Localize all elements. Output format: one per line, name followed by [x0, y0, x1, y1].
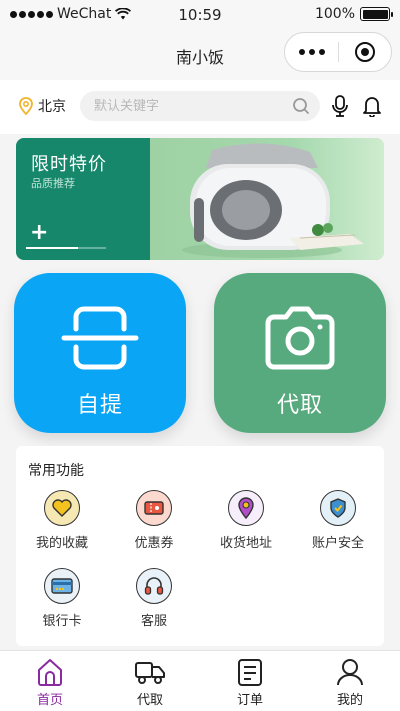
battery-status: 100%: [314, 6, 393, 22]
banner-subtitle: 品质推荐: [31, 177, 75, 190]
delivery-truck-icon: [135, 662, 165, 684]
banner-title: 限时特价: [31, 154, 107, 175]
bottom-tab-bar: 首页 代取 订单 我的: [0, 650, 400, 711]
status-bar: WeChat 10:59 100%: [0, 0, 400, 30]
mini-program-capsule: [284, 32, 392, 72]
search-input[interactable]: [94, 98, 274, 114]
function-label: 客服: [140, 614, 167, 629]
battery-icon: [360, 7, 393, 21]
signal-strength-icon: [10, 10, 53, 18]
self-pickup-button[interactable]: 自提: [14, 273, 186, 433]
self-pickup-label: 自提: [76, 393, 123, 418]
bank-card-icon: [44, 568, 80, 604]
tab-home[interactable]: 首页: [0, 651, 100, 711]
location-label: 北京: [38, 99, 66, 115]
function-account-security[interactable]: 账户安全: [292, 490, 384, 551]
proxy-fetch-button[interactable]: 代取: [214, 273, 386, 433]
coupon-icon: [136, 490, 172, 526]
function-bank-card[interactable]: 银行卡: [16, 568, 108, 629]
tab-label: 首页: [36, 693, 63, 708]
shield-icon: [320, 490, 356, 526]
user-icon: [337, 659, 363, 686]
home-icon: [38, 659, 62, 686]
close-mini-program-icon[interactable]: [339, 42, 391, 62]
common-functions-card: 常用功能 我的收藏 优惠券 收货地址 账户安全 银行卡 客服: [16, 446, 384, 646]
banner-plus-icon: +: [30, 220, 49, 245]
function-coupons[interactable]: 优惠券: [108, 490, 200, 551]
tab-label: 我的: [336, 693, 363, 708]
function-label: 账户安全: [311, 536, 364, 551]
search-box[interactable]: [80, 91, 320, 121]
tab-profile[interactable]: 我的: [300, 651, 400, 711]
function-label: 优惠券: [134, 536, 174, 551]
function-label: 银行卡: [42, 614, 82, 629]
promo-banner[interactable]: 限时特价 品质推荐 +: [16, 138, 384, 260]
battery-percent: 100%: [314, 6, 355, 22]
function-label: 我的收藏: [35, 536, 88, 551]
more-options-icon[interactable]: [285, 49, 338, 55]
proxy-fetch-label: 代取: [276, 393, 323, 418]
function-label: 收货地址: [219, 536, 272, 551]
function-favorites[interactable]: 我的收藏: [16, 490, 108, 551]
notification-bell-icon[interactable]: [362, 95, 382, 117]
headset-icon: [136, 568, 172, 604]
location-selector[interactable]: 北京: [18, 96, 66, 116]
wifi-icon: [115, 8, 132, 20]
scan-icon: [61, 306, 139, 370]
carrier-name: WeChat: [57, 6, 112, 22]
function-address[interactable]: 收货地址: [200, 490, 292, 551]
heart-icon: [44, 490, 80, 526]
signal-carrier: WeChat: [10, 6, 132, 22]
tab-proxy-fetch[interactable]: 代取: [100, 651, 200, 711]
navigation-bar: 南小饭: [0, 30, 400, 80]
microphone-icon[interactable]: [330, 95, 350, 117]
function-customer-service[interactable]: 客服: [108, 568, 200, 629]
location-pin-icon: [19, 97, 33, 115]
search-row: 北京: [0, 80, 400, 134]
camera-icon: [265, 306, 335, 370]
banner-carousel-indicator: [26, 247, 106, 249]
banner-product-image: [150, 138, 384, 260]
banner-text-panel: 限时特价 品质推荐 +: [16, 138, 150, 260]
humidifier-product-illustration: [182, 143, 364, 258]
tab-label: 代取: [136, 693, 163, 708]
order-list-icon: [238, 659, 262, 686]
tab-orders[interactable]: 订单: [200, 651, 300, 711]
section-title: 常用功能: [28, 463, 84, 479]
tab-label: 订单: [236, 693, 263, 708]
search-icon[interactable]: [292, 97, 310, 115]
location-pin-icon: [228, 490, 264, 526]
